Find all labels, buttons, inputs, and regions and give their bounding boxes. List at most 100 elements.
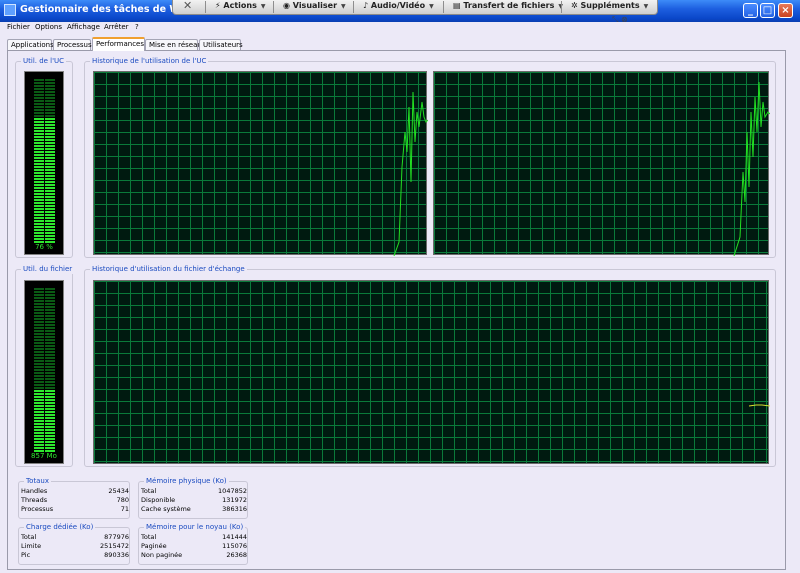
meter-segment-unlit <box>45 312 55 314</box>
toolbar-transfert-menu[interactable]: ▤ Transfert de fichiers▼ <box>453 0 563 14</box>
commit-charge-group: Charge dédiée (Ko) Total 877976 Limite 251… <box>18 523 131 565</box>
stat-label: Threads <box>21 496 48 504</box>
meter-segment-unlit <box>45 318 55 320</box>
meter-segment-lit <box>34 405 44 407</box>
meter-segment-lit <box>34 166 44 168</box>
meter-segment-unlit <box>45 106 55 108</box>
menu-affichage[interactable]: Affichage <box>67 23 100 31</box>
chevron-down-icon: ▼ <box>260 3 266 10</box>
meter-segment-lit <box>34 160 44 162</box>
totals-group: Totaux Handles 25434 Threads 780 Processus… <box>18 477 131 519</box>
meter-segment-unlit <box>34 345 44 347</box>
meter-segment-lit <box>45 232 55 234</box>
meter-segment-lit <box>45 432 55 434</box>
meter-segment-unlit <box>34 112 44 114</box>
cpu-history-graph-core-2 <box>433 71 770 256</box>
meter-segment-lit <box>45 136 55 138</box>
cpu-history-graph-core-1 <box>93 71 428 256</box>
cpu-history-label: Historique de l'utilisation de l'UC <box>90 57 209 66</box>
meter-segment-lit <box>34 127 44 129</box>
meter-segment-unlit <box>45 342 55 344</box>
toolbar-supplements-menu[interactable]: ✲ Suppléments ▼ <box>571 0 648 14</box>
meter-segment-lit <box>45 130 55 132</box>
kernel-memory-table: Total 141444 Paginée 115076 Non paginée 263… <box>139 533 249 563</box>
toolbar-separator <box>443 1 444 13</box>
menu-arreter[interactable]: Arrêter <box>104 23 129 31</box>
meter-segment-lit <box>34 136 44 138</box>
meter-segment-lit <box>34 172 44 174</box>
meter-segment-unlit <box>45 103 55 105</box>
stat-value: 780 <box>116 496 129 504</box>
stat-label: Processus <box>21 505 54 513</box>
meter-segment-unlit <box>34 85 44 87</box>
close-button[interactable]: × <box>778 3 793 18</box>
meter-segment-lit <box>34 435 44 437</box>
meter-segment-unlit <box>45 291 55 293</box>
meter-segment-lit <box>45 166 55 168</box>
meter-segment-unlit <box>45 387 55 389</box>
meter-segment-lit <box>34 393 44 395</box>
meter-segment-lit <box>45 214 55 216</box>
meter-segment-lit <box>34 226 44 228</box>
meter-segment-unlit <box>34 79 44 81</box>
meter-segment-lit <box>34 438 44 440</box>
meter-segment-lit <box>45 184 55 186</box>
meter-segment-lit <box>45 402 55 404</box>
stat-label: Paginée <box>141 542 167 550</box>
meter-segment-lit <box>34 426 44 428</box>
meter-segment-lit <box>34 417 44 419</box>
meter-segment-lit <box>34 178 44 180</box>
stat-row-limite: Limite 2515472 <box>19 542 131 551</box>
menu-help[interactable]: ? <box>135 23 139 31</box>
stat-label: Pic <box>21 551 31 559</box>
meter-segment-lit <box>45 223 55 225</box>
maximize-button[interactable]: □ <box>760 3 775 18</box>
stat-label: Limite <box>21 542 42 550</box>
meter-segment-lit <box>34 411 44 413</box>
toolbar-close-icon[interactable]: ✕ <box>183 0 192 14</box>
file-history-label: Historique d'utilisation du fichier d'éc… <box>90 265 247 274</box>
meter-segment-lit <box>45 154 55 156</box>
meter-segment-unlit <box>34 291 44 293</box>
kernel-memory-label: Mémoire pour le noyau (Ko) <box>144 523 246 532</box>
meter-segment-unlit <box>45 300 55 302</box>
menu-fichier[interactable]: Fichier <box>7 23 30 31</box>
minimize-button[interactable]: _ <box>743 3 758 18</box>
meter-segment-unlit <box>34 309 44 311</box>
meter-segment-lit <box>45 408 55 410</box>
tab-performances[interactable]: Performances <box>92 37 145 51</box>
meter-segment-lit <box>34 390 44 392</box>
meter-segment-lit <box>34 139 44 141</box>
meter-segment-lit <box>34 444 44 446</box>
toolbar-visualiser-menu[interactable]: ◉ Visualiser ▼ <box>283 0 346 14</box>
cpu-usage-value: 76 % <box>35 243 53 251</box>
meter-segment-lit <box>45 169 55 171</box>
meter-segment-unlit <box>34 324 44 326</box>
meter-segment-lit <box>34 402 44 404</box>
meter-segment-lit <box>45 133 55 135</box>
toolbar-separator <box>561 1 562 13</box>
meter-segment-lit <box>45 157 55 159</box>
toolbar-audio-menu[interactable]: ♪ Audio/Vidéo ▼ <box>363 0 434 14</box>
file-history-graph <box>93 280 770 464</box>
stat-label: Disponible <box>141 496 176 504</box>
chevron-down-icon: ▼ <box>429 3 434 10</box>
meter-segment-lit <box>34 396 44 398</box>
meter-segment-lit <box>45 163 55 165</box>
meter-segment-unlit <box>34 342 44 344</box>
meter-segment-unlit <box>45 306 55 308</box>
meter-segment-lit <box>34 133 44 135</box>
file-meter-bars <box>34 288 55 452</box>
meter-segment-unlit <box>45 336 55 338</box>
meter-segment-unlit <box>45 97 55 99</box>
stat-row-processus: Processus 71 <box>19 505 131 514</box>
stat-value: 2515472 <box>100 542 129 550</box>
toolbar-actions-menu[interactable]: ⚡ Actions ▼ <box>215 0 265 14</box>
meter-segment-lit <box>34 211 44 213</box>
meter-segment-unlit <box>34 306 44 308</box>
meter-segment-lit <box>45 435 55 437</box>
toolbar-supplements-label: Suppléments <box>580 1 640 10</box>
cpu-history-group: Historique de l'utilisation de l'UC <box>84 57 776 258</box>
menu-options[interactable]: Options <box>35 23 62 31</box>
meter-segment-lit <box>45 148 55 150</box>
